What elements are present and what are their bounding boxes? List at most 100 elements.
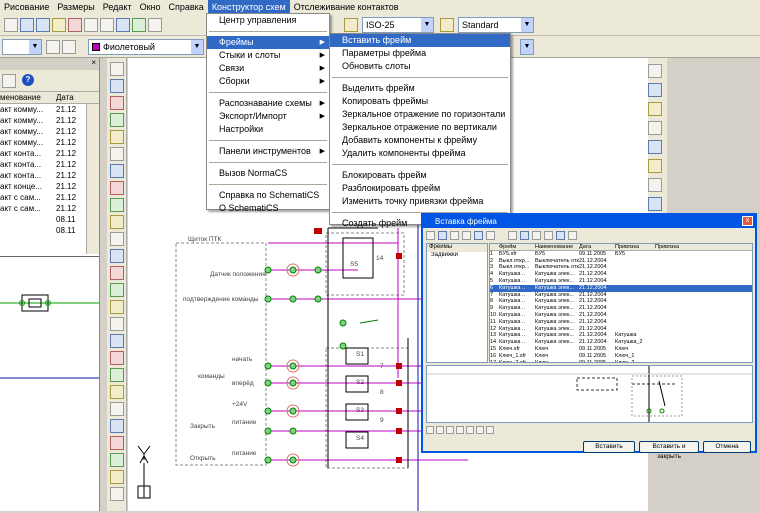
help-icon[interactable] (148, 18, 162, 32)
menu-item[interactable]: Блокировать фрейм (330, 169, 510, 182)
textstyle-select[interactable]: Standard ▼ (458, 17, 534, 33)
table-row[interactable]: акт комму... 21.12 (0, 104, 99, 115)
tool-vtool-14-icon[interactable] (110, 300, 124, 314)
menu-item[interactable]: Экспорт/Импорт ▶ (207, 110, 329, 123)
menu-item[interactable]: Зеркальное отражение по горизонтали (330, 108, 510, 121)
table-row[interactable]: 12 Катушка .. Катушка элек... 21.12.2004 (490, 326, 752, 333)
tool-vtool-21-icon[interactable] (110, 419, 124, 433)
column-header[interactable]: Дата (579, 244, 615, 250)
menu-item[interactable]: Удалить компоненты фрейма (330, 147, 510, 160)
menu-item[interactable]: Фреймы ▶ (207, 36, 329, 49)
tool-vtool-16-icon[interactable] (110, 334, 124, 348)
tool-vtool2-0-icon[interactable] (648, 64, 662, 78)
close-icon[interactable]: × (91, 58, 96, 67)
dialog-tool-6-icon[interactable] (508, 231, 517, 240)
tool-vtool2-2-icon[interactable] (648, 102, 662, 116)
textstyle-icon[interactable] (440, 18, 454, 32)
tool-vtool-25-icon[interactable] (110, 487, 124, 501)
col-date-header[interactable]: Дата (56, 92, 86, 103)
table-row[interactable]: 2 Выкл.откр... Выключатель откр. 21.12.2004 (490, 258, 752, 265)
menu-6[interactable]: Отслеживание контактов (290, 0, 403, 14)
layer-props-icon[interactable] (46, 40, 60, 54)
dialog-tool-2-icon[interactable] (450, 231, 459, 240)
panel-tool-icon[interactable] (2, 74, 16, 88)
table-row[interactable]: 14 Катушка .. Катушка элек... 21.12.2004 Кат… (490, 339, 752, 346)
frame-table[interactable]: Фрейм Наименование Дата Привязка Привязка 1 БУ… (489, 243, 753, 363)
table-row[interactable]: акт конта... 21.12 (0, 148, 99, 159)
menu-3[interactable]: Окно (136, 0, 165, 14)
tool-vtool2-5-icon[interactable] (648, 159, 662, 173)
frame-tree[interactable]: Фреймы ЗадвижкиПКЗВКЗКИПFuncCSАрматураВы… (426, 243, 488, 363)
table-row[interactable]: 1 БУ5.sfr БУ5 09.11.2005 БУ5 (490, 251, 752, 258)
tool-vtool-23-icon[interactable] (110, 453, 124, 467)
tool-vtool-20-icon[interactable] (110, 402, 124, 416)
menu-item[interactable]: Панели инструментов ▶ (207, 145, 329, 158)
table-row[interactable]: акт комму... 21.12 (0, 115, 99, 126)
insert-and-close-button[interactable]: Вставить и закрыть (639, 441, 699, 460)
preview-tool-0-icon[interactable] (426, 426, 434, 434)
preview-tool-5-icon[interactable] (476, 426, 484, 434)
menu-item[interactable]: Параметры фрейма (330, 47, 510, 60)
menu-item[interactable]: Центр управления (207, 14, 329, 27)
tool-vtool2-4-icon[interactable] (648, 140, 662, 154)
dialog-tool-7-icon[interactable] (520, 231, 529, 240)
menu-item[interactable]: Связи ▶ (207, 62, 329, 75)
table-row[interactable]: 08.11 (0, 225, 99, 236)
menu-item[interactable]: Настройки (207, 123, 329, 136)
select-icon[interactable] (4, 18, 18, 32)
menu-item[interactable]: Изменить точку привязки фрейма (330, 195, 510, 208)
layer-select[interactable]: ▼ (2, 39, 42, 55)
zoom-window-icon[interactable] (84, 18, 98, 32)
pan-icon[interactable] (36, 18, 50, 32)
panel-close-button[interactable]: × (0, 58, 99, 70)
table-row[interactable]: 5 Катушка .. Катушка элек... 21.12.2004 (490, 278, 752, 285)
table-row[interactable]: 7 Катушка .. Катушка элек... 21.12.2004 (490, 292, 752, 299)
insert-button[interactable]: Вставить (583, 441, 635, 453)
tool-vtool-6-icon[interactable] (110, 164, 124, 178)
tool-vtool-15-icon[interactable] (110, 317, 124, 331)
menu-5[interactable]: Конструктор схем (207, 0, 290, 14)
panel-scrollbar[interactable] (86, 104, 99, 254)
menu-item[interactable]: Распознавание схемы ▶ (207, 97, 329, 110)
preview-tool-4-icon[interactable] (466, 426, 474, 434)
tool-vtool-19-icon[interactable] (110, 385, 124, 399)
table-row[interactable]: 8 Катушка .. Катушка элек... 21.12.2004 (490, 298, 752, 305)
tool-icon[interactable] (68, 18, 82, 32)
preview-tool-1-icon[interactable] (436, 426, 444, 434)
menu-item[interactable]: Сборки ▶ (207, 75, 329, 88)
table-row[interactable]: акт с сам... 21.12 (0, 192, 99, 203)
column-header[interactable]: Фрейм (499, 244, 535, 250)
dimstyle-select[interactable]: ISO-25 ▼ (362, 17, 434, 33)
tool-vtool-18-icon[interactable] (110, 368, 124, 382)
preview-tool-2-icon[interactable] (446, 426, 454, 434)
tool-vtool-7-icon[interactable] (110, 181, 124, 195)
tool-vtool-9-icon[interactable] (110, 215, 124, 229)
table-row[interactable]: 17 Ключ_2.sfr Ключ 09.11.2005 Ключ_2 (490, 360, 752, 362)
tool-vtool-4-icon[interactable] (110, 130, 124, 144)
menu-0[interactable]: Рисование (0, 0, 53, 14)
table-row[interactable]: 10 Катушка .. Катушка элек... 21.12.2004 (490, 312, 752, 319)
menu-item[interactable]: О SchematiCS (207, 202, 329, 215)
properties-icon[interactable] (52, 18, 66, 32)
menu-item[interactable]: Копировать фреймы (330, 95, 510, 108)
menu-item[interactable]: Вызов NormaCS (207, 167, 329, 180)
close-button[interactable]: x (742, 216, 753, 226)
preview-tool-3-icon[interactable] (456, 426, 464, 434)
table-row[interactable]: 16 Ключ_1.sfr Ключ 09.11.2005 Ключ_1 (490, 353, 752, 360)
column-header[interactable]: Привязка (655, 244, 695, 250)
column-header[interactable]: Наименование (535, 244, 579, 250)
tool-vtool-12-icon[interactable] (110, 266, 124, 280)
table-row[interactable]: 6 Катушка .. Катушка элек... 21.12.2004 (490, 284, 752, 292)
table-row[interactable]: 3 Выкл.откр... Выключатель откр. 21.12.2004 (490, 264, 752, 271)
tool-vtool2-3-icon[interactable] (648, 121, 662, 135)
tool-vtool-13-icon[interactable] (110, 283, 124, 297)
table-row[interactable]: 13 Катушка .. Катушка элек... 21.12.2004 Кат… (490, 332, 752, 339)
dialog-tool-11-icon[interactable] (568, 231, 577, 240)
menu-item[interactable]: Выделить фрейм (330, 82, 510, 95)
layer-prev-icon[interactable] (62, 40, 76, 54)
help-icon[interactable]: ? (22, 74, 34, 86)
tool-vtool-10-icon[interactable] (110, 232, 124, 246)
table-row[interactable]: 15 Ключ.sfr Ключ 09.11.2005 Ключ (490, 346, 752, 353)
tool-vtool-17-icon[interactable] (110, 351, 124, 365)
tool-vtool-24-icon[interactable] (110, 470, 124, 484)
